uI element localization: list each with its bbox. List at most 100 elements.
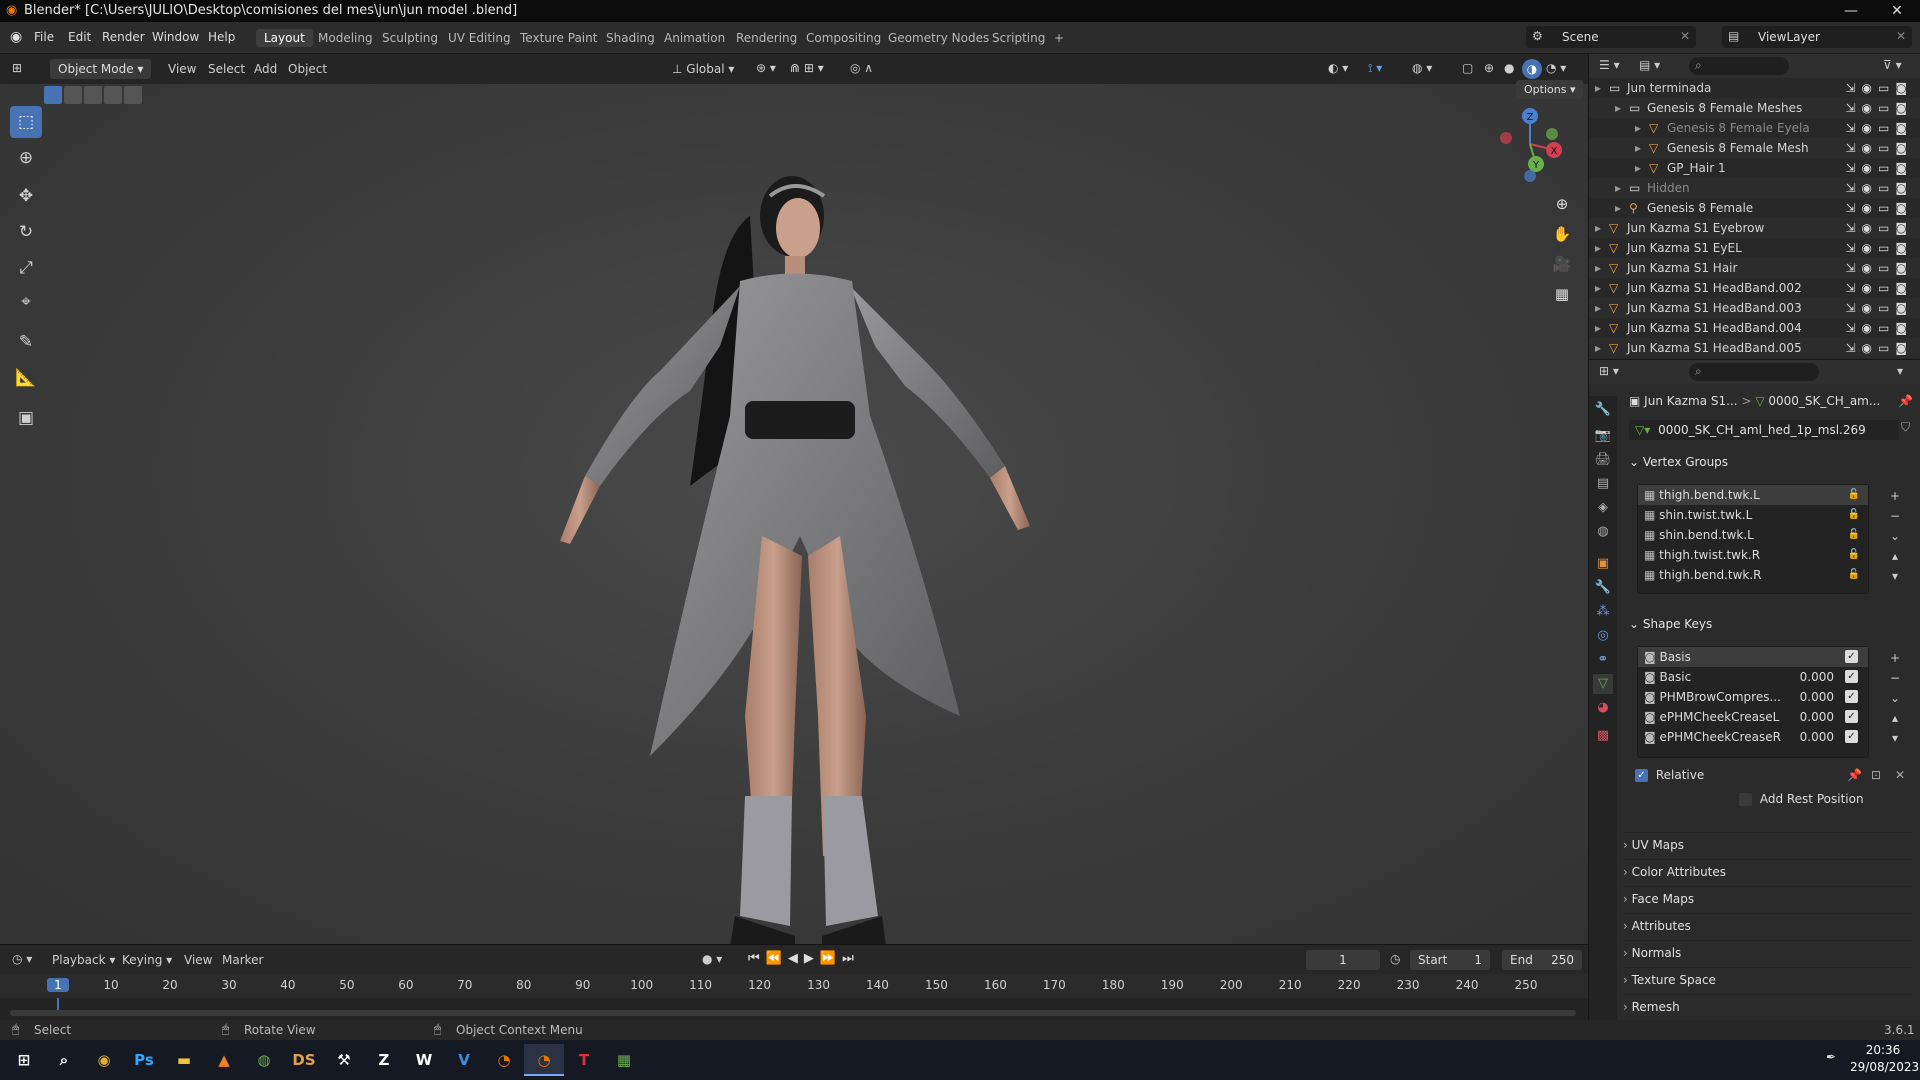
expand-arrow-icon[interactable]: ▸ [1595,338,1601,358]
outliner-row[interactable]: ▸ ▽ Jun Kazma S1 HeadBand.002 ⇲◉▭◙ [1589,278,1920,298]
pen-icon[interactable]: ✒ [1826,1050,1836,1064]
visibility-toggles-icon[interactable]: ⇲◉▭◙ [1845,298,1913,318]
workspace-tab-animation[interactable]: Animation [656,29,733,47]
perspective-grid-icon[interactable]: ▦ [1548,280,1576,308]
camera-view-icon[interactable]: 🎥 [1548,250,1576,278]
lock-icon[interactable]: 🔓 [1848,565,1860,585]
modifier-tab-icon[interactable]: 🔧 [1593,578,1613,598]
word-icon[interactable]: W [404,1044,444,1076]
outliner-row[interactable]: ▸ ▽ Jun Kazma S1 Hair ⇲◉▭◙ [1589,258,1920,278]
output-tab-icon[interactable]: 🖨 [1593,450,1613,470]
menu-edit[interactable]: Edit [68,30,91,44]
frame-ruler[interactable]: 1 10 20 30 40 50 60 70 80 90 100 110 120 130 140 150 160… [0,974,1588,1010]
expand-arrow-icon[interactable]: ▸ [1595,278,1601,298]
outliner-display-icon[interactable]: ▤ ▾ [1639,58,1660,72]
clock-icon[interactable]: ◷ ▾ [12,952,32,966]
menu-window[interactable]: Window [152,30,199,44]
workspace-tab-uv-editing[interactable]: UV Editing [440,29,519,47]
scene-tab-icon[interactable]: ◈ [1593,498,1613,518]
app-green-icon[interactable]: ◍ [244,1044,284,1076]
shape-key-item[interactable]: ◙ ePHMCheekCreaseL 0.000 ✓ [1638,707,1868,727]
zbrush-icon[interactable]: Z [364,1044,404,1076]
material-tab-icon[interactable]: ◕ [1593,698,1613,718]
visibility-toggles-icon[interactable]: ⇲◉▭◙ [1845,178,1913,198]
blender-active-icon[interactable]: ◔ [524,1044,564,1076]
outliner-row[interactable]: ▸ ⚲ Genesis 8 Female ⇲◉▭◙ [1589,198,1920,218]
vertex-group-item[interactable]: ▦ thigh.bend.twk.R 🔓 [1638,565,1868,585]
tool-tab-icon[interactable]: 🔧 [1593,400,1613,420]
expand-arrow-icon[interactable]: ▸ [1635,158,1641,178]
editor-type-icon[interactable]: ⊞ [12,61,22,75]
workspace-tab-shading[interactable]: Shading [598,29,663,47]
add-shape-key-icon[interactable]: + [1885,648,1905,668]
remove-shape-key-icon[interactable]: − [1885,668,1905,688]
visibility-toggles-icon[interactable]: ⇲◉▭◙ [1845,158,1913,178]
visibility-toggles-icon[interactable]: ⇲◉▭◙ [1845,138,1913,158]
move-tool-icon[interactable]: ✥ [10,180,42,212]
visibility-toggles-icon[interactable]: ⇲◉▭◙ [1845,218,1913,238]
start-frame-field[interactable]: Start 1 [1410,950,1490,970]
visibility-toggles-icon[interactable]: ⇲◉▭◙ [1845,238,1913,258]
cursor-tool-icon[interactable]: ⊕ [10,142,42,174]
viewport-menu-add[interactable]: Add [254,62,277,76]
visibility-toggles-icon[interactable]: ⇲◉▭◙ [1845,78,1913,98]
lock-icon[interactable]: 🔓 [1848,485,1860,505]
fake-user-shield-icon[interactable]: ⛉ [1901,420,1910,435]
chrome-icon[interactable]: ◉ [84,1044,124,1076]
properties-search-input[interactable]: ⌕ [1689,363,1819,381]
transform-tool-icon[interactable]: ⌖ [10,286,42,318]
shape-key-mute-checkbox[interactable]: ✓ [1845,650,1858,663]
lock-icon[interactable]: 🔓 [1848,525,1860,545]
overlay-toggle-icon[interactable]: ◍ ▾ [1412,61,1432,75]
select-extend-icon[interactable] [64,86,82,104]
expand-arrow-icon[interactable]: ▸ [1595,218,1601,238]
pin-shape-key-icon[interactable]: 📌 [1847,768,1862,782]
3d-viewport[interactable]: Options ▾ ⬚ ⊕ ✥ ↻ ⤢ ⌖ ✎ 📐 ▣ X Y Z ⊕ ✋ 🎥 … [0,80,1588,946]
shape-key-value[interactable]: 0.000 [1800,687,1834,707]
render-tab-icon[interactable]: 📷 [1593,426,1613,446]
shape-key-item[interactable]: ◙ PHMBrowCompres... 0.000 ✓ [1638,687,1868,707]
outliner-row[interactable]: ▸ ▽ Jun Kazma S1 HeadBand.003 ⇲◉▭◙ [1589,298,1920,318]
workspace-tab-scripting[interactable]: Scripting [984,29,1053,47]
orientation-dropdown[interactable]: ⊥ Global ▾ [672,62,734,76]
measure-tool-icon[interactable]: 📐 [10,362,42,394]
panel-face-maps[interactable]: › Face Maps [1623,886,1913,910]
workspace-tab-geometry-nodes[interactable]: Geometry Nodes [880,29,997,47]
outliner-row[interactable]: ▸ ▭ Hidden ⇲◉▭◙ [1589,178,1920,198]
timeline-scrollbar[interactable] [10,1010,1576,1016]
relative-checkbox[interactable]: ✓ Relative [1635,768,1704,782]
navigation-gizmo[interactable]: X Y Z [1490,104,1570,184]
scale-tool-icon[interactable]: ⤢ [10,252,42,284]
clock-date[interactable]: 29/08/2023 [1850,1060,1919,1074]
viewport-menu-select[interactable]: Select [208,62,245,76]
expand-arrow-icon[interactable]: ▸ [1595,78,1601,98]
outliner-editor-icon[interactable]: ☰ ▾ [1599,58,1620,72]
visibility-toggles-icon[interactable]: ⇲◉▭◙ [1845,258,1913,278]
outliner-row[interactable]: ▸ ▭ Jun terminada ⇲◉▭◙ [1589,78,1920,98]
workspace-tab-texture-paint[interactable]: Texture Paint [512,29,605,47]
chevron-down-icon[interactable]: ▾ [1897,364,1903,378]
record-icon[interactable]: ● ▾ [702,952,722,966]
playhead-line[interactable] [57,998,59,1010]
gizmo-toggle-icon[interactable]: ⟟ ▾ [1368,61,1382,76]
texture-tab-icon[interactable]: ▩ [1593,726,1613,746]
menu-file[interactable]: File [34,30,54,44]
physics-tab-icon[interactable]: ◎ [1593,626,1613,646]
visual-studio-icon[interactable]: V [444,1044,484,1076]
shape-keys-header[interactable]: ⌄ Shape Keys [1629,617,1712,631]
daz-studio-icon[interactable]: DS [284,1044,324,1076]
viewlayer-remove-icon[interactable]: ✕ [1896,29,1906,43]
scene-remove-icon[interactable]: ✕ [1680,29,1690,43]
current-frame-field[interactable]: 1 [1306,950,1380,970]
workspace-tab-sculpting[interactable]: Sculpting [374,29,446,47]
shape-key-menu-icon[interactable]: ⌄ [1885,688,1905,708]
visibility-toggles-icon[interactable]: ⇲◉▭◙ [1845,338,1913,358]
visibility-toggles-icon[interactable]: ⇲◉▭◙ [1845,278,1913,298]
annotate-tool-icon[interactable]: ✎ [10,326,42,358]
vlc-icon[interactable]: ▲ [204,1044,244,1076]
add-rest-position-checkbox[interactable]: Add Rest Position [1739,792,1864,806]
photoshop-icon[interactable]: Ps [124,1044,164,1076]
move-down-icon[interactable]: ▾ [1885,728,1905,748]
object-tab-icon[interactable]: ▣ [1593,554,1613,574]
vertex-group-item[interactable]: ▦ thigh.bend.twk.L 🔓 [1638,485,1868,505]
